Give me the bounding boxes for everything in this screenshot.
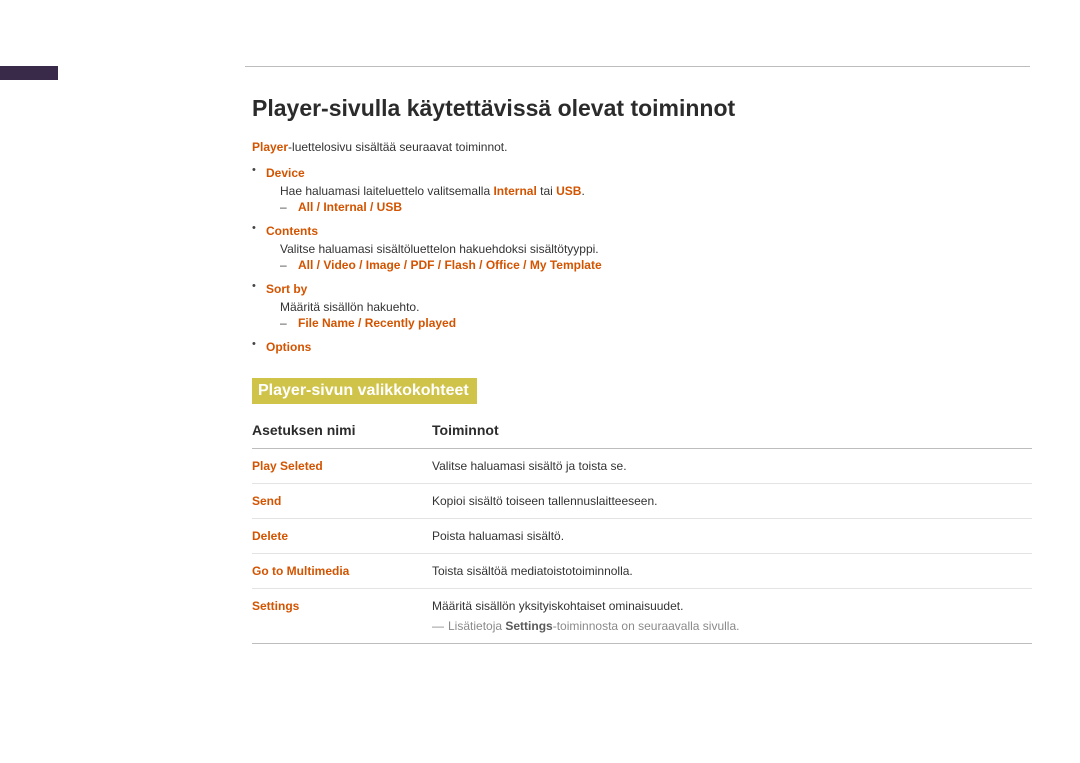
- dash-icon: ‒: [280, 258, 298, 272]
- bullet-dot-icon: •: [252, 222, 266, 234]
- dash-icon: ‒: [280, 316, 298, 330]
- dash-icon: ‒: [280, 200, 298, 214]
- note-post: -toiminnosta on seuraavalla sivulla.: [553, 619, 740, 633]
- bullet-dot-icon: •: [252, 338, 266, 350]
- note-dash-icon: ―: [432, 619, 444, 633]
- intro-text: -luettelosivu sisältää seuraavat toiminn…: [288, 140, 507, 154]
- row-name: Send: [252, 484, 432, 519]
- row-fn-text: Määritä sisällön yksityiskohtaiset omina…: [432, 599, 683, 613]
- row-name: Play Seleted: [252, 449, 432, 484]
- page: Player-sivulla käytettävissä olevat toim…: [0, 0, 1080, 763]
- bullet-options-label: Options: [266, 340, 311, 354]
- bullet-device-desc-end: .: [581, 184, 584, 198]
- bullet-device: •Device Hae haluamasi laiteluettelo vali…: [252, 164, 1032, 214]
- bullet-device-kw2: USB: [556, 184, 581, 198]
- options-table: Asetuksen nimi Toiminnot Play Seleted Va…: [252, 422, 1032, 644]
- bullet-contents-label: Contents: [266, 224, 318, 238]
- bullet-device-sub-val: All / Internal / USB: [298, 200, 402, 214]
- bullet-contents-sub: ‒All / Video / Image / PDF / Flash / Off…: [280, 258, 1032, 272]
- intro-keyword: Player: [252, 140, 288, 154]
- content-area: Player-sivulla käytettävissä olevat toim…: [252, 95, 1032, 644]
- bullet-device-sub: ‒All / Internal / USB: [280, 200, 1032, 214]
- options-table-header-fn: Toiminnot: [432, 422, 1032, 449]
- bullet-device-label: Device: [266, 166, 305, 180]
- sub-heading-wrap: Player-sivun valikkokohteet: [252, 378, 1032, 404]
- row-note: ― Lisätietoja Settings-toiminnosta on seu…: [432, 619, 1032, 633]
- top-horizontal-rule: [245, 66, 1030, 67]
- bullet-device-desc: Hae haluamasi laiteluettelo valitsemalla…: [280, 184, 1032, 198]
- row-fn: Poista haluamasi sisältö.: [432, 519, 1032, 554]
- row-fn: Valitse haluamasi sisältö ja toista se.: [432, 449, 1032, 484]
- table-row: Delete Poista haluamasi sisältö.: [252, 519, 1032, 554]
- bullet-dot-icon: •: [252, 280, 266, 292]
- table-row: Send Kopioi sisältö toiseen tallennuslai…: [252, 484, 1032, 519]
- table-row: Settings Määritä sisällön yksityiskohtai…: [252, 589, 1032, 644]
- bullet-contents-sub-val: All / Video / Image / PDF / Flash / Offi…: [298, 258, 602, 272]
- options-table-header-name: Asetuksen nimi: [252, 422, 432, 449]
- note-keyword: Settings: [505, 619, 552, 633]
- bullet-contents-desc: Valitse haluamasi sisältöluettelon hakue…: [280, 242, 1032, 256]
- bullet-sortby-sub-val: File Name / Recently played: [298, 316, 456, 330]
- side-tab-marker: [0, 66, 58, 80]
- bullet-dot-icon: •: [252, 164, 266, 176]
- table-row: Go to Multimedia Toista sisältöä mediato…: [252, 554, 1032, 589]
- table-row: Play Seleted Valitse haluamasi sisältö j…: [252, 449, 1032, 484]
- page-title: Player-sivulla käytettävissä olevat toim…: [252, 95, 1032, 122]
- note-pre: Lisätietoja: [448, 619, 505, 633]
- bullet-sortby-sub: ‒File Name / Recently played: [280, 316, 1032, 330]
- bullet-contents: •Contents Valitse haluamasi sisältöluett…: [252, 222, 1032, 272]
- row-name: Settings: [252, 589, 432, 644]
- bullet-sortby-label: Sort by: [266, 282, 307, 296]
- row-name: Go to Multimedia: [252, 554, 432, 589]
- sub-heading: Player-sivun valikkokohteet: [252, 378, 477, 404]
- bullet-sortby: •Sort by Määritä sisällön hakuehto. ‒Fil…: [252, 280, 1032, 330]
- bullet-options: •Options: [252, 338, 1032, 356]
- intro-line: Player-luettelosivu sisältää seuraavat t…: [252, 140, 1032, 154]
- row-name: Delete: [252, 519, 432, 554]
- bullet-device-desc-pre: Hae haluamasi laiteluettelo valitsemalla: [280, 184, 493, 198]
- row-fn: Määritä sisällön yksityiskohtaiset omina…: [432, 589, 1032, 644]
- bullet-device-kw1: Internal: [493, 184, 536, 198]
- bullet-sortby-desc: Määritä sisällön hakuehto.: [280, 300, 1032, 314]
- feature-bullet-list: •Device Hae haluamasi laiteluettelo vali…: [252, 164, 1032, 356]
- row-fn: Toista sisältöä mediatoistotoiminnolla.: [432, 554, 1032, 589]
- row-fn: Kopioi sisältö toiseen tallennuslaittees…: [432, 484, 1032, 519]
- bullet-device-desc-mid: tai: [537, 184, 556, 198]
